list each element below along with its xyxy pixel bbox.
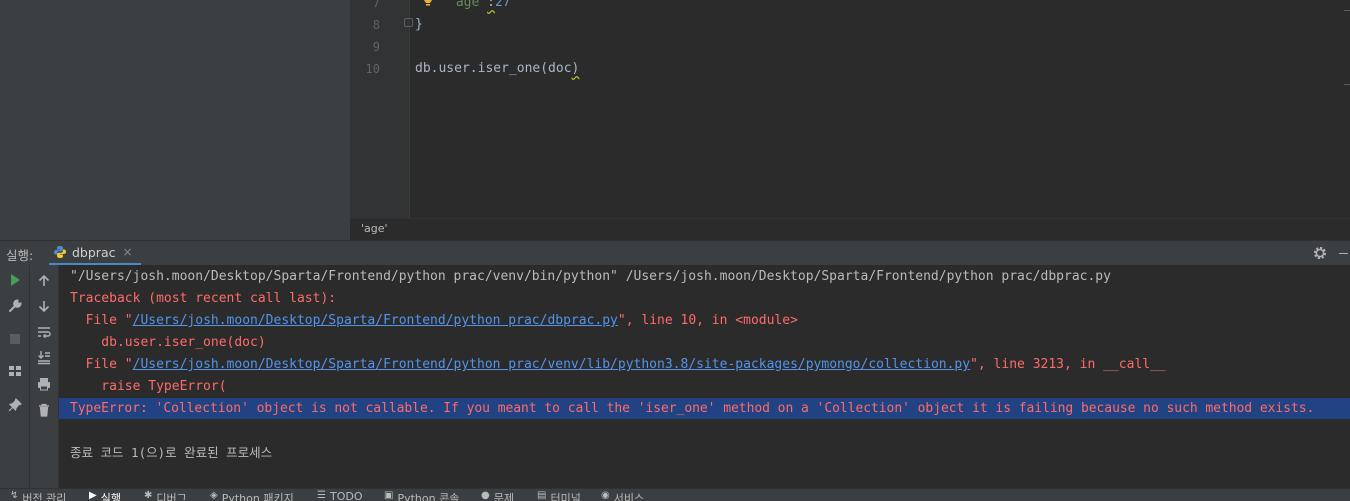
fold-icon[interactable] [404, 18, 413, 27]
console-text: File " [70, 357, 133, 372]
console-traceback-code: raise TypeError( [70, 379, 227, 394]
python-packages-icon: ◈ [210, 490, 218, 501]
tab-label: Python 패키지 [221, 492, 294, 501]
version-control-icon: ↯ [10, 490, 19, 501]
console-error-message: TypeError: 'Collection' object is not ca… [70, 401, 1315, 416]
tab-label: 버전 관리 [22, 492, 67, 501]
soft-wrap-icon[interactable] [36, 324, 52, 340]
python-console-icon: ▣ [384, 490, 394, 501]
line-number: 7 [372, 0, 380, 10]
line-number: 9 [372, 40, 380, 54]
console-text: ", line 10, in <module> [617, 313, 798, 328]
run-panel-header: 실행: dbprac × [0, 240, 1350, 265]
wrench-icon[interactable] [7, 298, 23, 314]
code-colon: : [487, 0, 495, 10]
scroll-marker [1344, 84, 1350, 85]
tab-problems[interactable]: ● 문제 [481, 490, 514, 501]
python-icon [54, 246, 66, 258]
pin-icon[interactable] [7, 397, 23, 413]
console-traceback-header: Traceback (most recent call last): [70, 291, 337, 306]
debug-icon: ✱ [144, 490, 153, 501]
trash-icon[interactable] [36, 402, 52, 418]
tab-terminal[interactable]: ▤ 터미널 [537, 490, 581, 501]
close-icon[interactable]: × [122, 245, 132, 259]
breadcrumb-item[interactable]: 'age' [361, 222, 388, 235]
run-tab-label: dbprac [72, 244, 116, 260]
console-output[interactable]: "/Users/josh.moon/Desktop/Sparta/Fronten… [59, 265, 1350, 488]
tab-label: 서비스 [613, 492, 645, 501]
code-line-7: 'age':27 [448, 0, 511, 10]
arrow-down-icon[interactable] [36, 298, 52, 314]
layout-icon[interactable] [7, 363, 23, 379]
tab-label: 문제 [493, 492, 514, 501]
rerun-icon[interactable] [7, 272, 23, 288]
console-command-line: "/Users/josh.moon/Desktop/Sparta/Fronten… [70, 269, 1111, 284]
console-traceback-file: File "/Users/josh.moon/Desktop/Sparta/Fr… [70, 311, 798, 331]
gear-icon[interactable] [1312, 245, 1328, 261]
services-icon: ◉ [601, 490, 610, 501]
terminal-icon: ▤ [537, 490, 547, 501]
tool-window-bar: ↯ 버전 관리 ▶ 실행 ✱ 디버그 ◈ Python 패키지 ☰ TODO ▣ Pytho… [0, 488, 1350, 501]
tab-debug[interactable]: ✱ 디버그 [144, 490, 187, 501]
code-paren: ) [571, 61, 580, 76]
tab-label: 디버그 [156, 492, 187, 501]
project-panel [0, 0, 350, 240]
minimize-icon[interactable] [1339, 253, 1348, 254]
tab-todo[interactable]: ☰ TODO [317, 490, 362, 501]
tab-label: Python 콘솔 [397, 492, 460, 501]
code-line-10: db.user.iser_one(doc) [415, 61, 579, 76]
code-string: 'age' [448, 0, 488, 10]
tab-run[interactable]: ▶ 실행 [89, 490, 121, 501]
console-exit-message: 종료 코드 1(으)로 완료된 프로세스 [70, 445, 273, 460]
console-traceback-file: File "/Users/josh.moon/Desktop/Sparta/Fr… [70, 355, 1166, 375]
run-label: 실행: [6, 248, 34, 263]
tab-label: 터미널 [550, 492, 581, 501]
run-tab-dbprac[interactable]: dbprac × [49, 241, 141, 265]
lightbulb-icon[interactable] [423, 0, 433, 7]
code-editor[interactable]: 7 8 9 10 'age':27 } db.user.iser_one(doc… [350, 0, 1350, 218]
print-icon[interactable] [36, 376, 52, 392]
stop-icon[interactable] [7, 331, 23, 347]
tab-label: TODO [329, 490, 363, 501]
line-number: 8 [372, 18, 380, 32]
tab-version-control[interactable]: ↯ 버전 관리 [10, 490, 66, 501]
run-toolbar-primary [0, 265, 30, 488]
tab-label: 실행 [100, 492, 121, 501]
file-link[interactable]: /Users/josh.moon/Desktop/Sparta/Frontend… [133, 313, 618, 328]
line-number: 10 [365, 62, 380, 76]
tab-services[interactable]: ◉ 서비스 [601, 490, 644, 501]
code-line-8: } [415, 17, 423, 32]
file-link[interactable]: /Users/josh.moon/Desktop/Sparta/Frontend… [133, 357, 970, 372]
console-traceback-code: db.user.iser_one(doc) [70, 335, 266, 350]
scroll-to-end-icon[interactable] [36, 349, 52, 365]
scroll-marker [1344, 10, 1350, 11]
problems-icon: ● [481, 490, 490, 501]
run-toolbar-secondary [30, 265, 59, 488]
code-text: db.user.iser_one(doc [415, 61, 572, 76]
tab-python-packages[interactable]: ◈ Python 패키지 [210, 490, 294, 501]
code-number: 27 [494, 0, 511, 10]
tab-python-console[interactable]: ▣ Python 콘솔 [384, 490, 459, 501]
todo-icon: ☰ [317, 490, 326, 501]
run-icon: ▶ [89, 490, 97, 501]
console-text: File " [70, 313, 133, 328]
editor-gutter: 7 8 9 10 [350, 0, 413, 218]
arrow-up-icon[interactable] [36, 273, 52, 289]
console-text: ", line 3213, in __call__ [970, 357, 1166, 372]
breadcrumb[interactable]: 'age' [350, 218, 1350, 240]
